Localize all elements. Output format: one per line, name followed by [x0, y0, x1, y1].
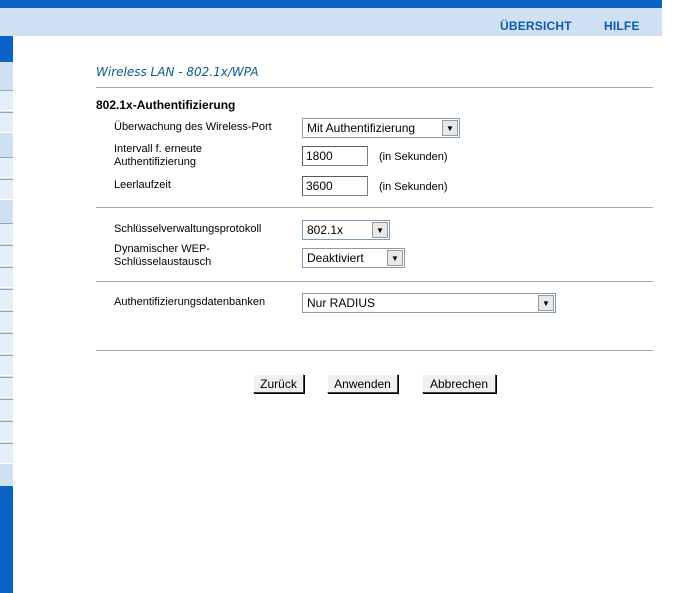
sidebar-item[interactable]: [0, 289, 13, 310]
chevron-down-icon: ▼: [442, 120, 458, 136]
idle-time-input[interactable]: 3600: [302, 176, 368, 196]
wep-label-line2: Schlüsselaustausch: [114, 256, 212, 268]
sidebar-item[interactable]: [0, 333, 13, 354]
auth-db-select[interactable]: Nur RADIUS ▼: [302, 293, 556, 313]
apply-button[interactable]: Anwenden: [327, 374, 398, 393]
sidebar-item[interactable]: [0, 377, 13, 398]
sidebar-item[interactable]: [0, 179, 13, 200]
auth-db-value: Nur RADIUS: [307, 296, 376, 310]
sidebar-item[interactable]: [0, 223, 13, 244]
idle-time-unit: (in Sekunden): [379, 181, 448, 193]
reauth-label-line2: Authentifizierung: [114, 156, 196, 168]
protocol-label: Schlüsselverwaltungsprotokoll: [114, 223, 262, 235]
divider: [96, 87, 653, 88]
header-band: [0, 0, 662, 8]
cancel-button[interactable]: Abbrechen: [422, 374, 496, 393]
chevron-down-icon: ▼: [387, 250, 403, 266]
divider: [96, 350, 653, 351]
wep-exchange-label: Dynamischer WEP- Schlüsselaustausch: [114, 243, 211, 269]
reauth-label-line1: Intervall f. erneute: [114, 143, 203, 155]
wep-exchange-value: Deaktiviert: [307, 251, 364, 265]
sidebar-item[interactable]: [0, 399, 13, 420]
reauth-unit: (in Sekunden): [379, 151, 448, 163]
reauth-interval-label: Intervall f. erneute Authentifizierung: [114, 143, 202, 169]
chevron-down-icon: ▼: [538, 295, 554, 311]
sidebar-item[interactable]: [0, 421, 13, 442]
divider: [96, 281, 653, 282]
left-sidebar: [0, 0, 13, 593]
protocol-value: 802.1x: [307, 223, 344, 237]
reauth-interval-input[interactable]: 1800: [302, 146, 368, 166]
page-title: Wireless LAN - 802.1x/WPA: [96, 65, 259, 79]
sidebar-item[interactable]: [0, 90, 13, 111]
wep-exchange-select[interactable]: Deaktiviert ▼: [302, 248, 405, 268]
protocol-select[interactable]: 802.1x ▼: [302, 220, 390, 240]
nav-overview-link[interactable]: ÜBERSICHT: [500, 19, 572, 33]
divider: [96, 207, 653, 208]
auth-db-label: Authentifizierungsdatenbanken: [114, 296, 266, 308]
port-monitor-value: Mit Authentifizierung: [307, 121, 416, 135]
sidebar-item[interactable]: [0, 443, 13, 464]
sidebar-item[interactable]: [0, 245, 13, 266]
sidebar-item[interactable]: [0, 267, 13, 288]
port-monitor-select[interactable]: Mit Authentifizierung ▼: [302, 118, 460, 138]
sidebar-item[interactable]: [0, 311, 13, 332]
idle-time-label: Leerlaufzeit: [114, 179, 171, 191]
section-heading: 802.1x-Authentifizierung: [96, 98, 236, 112]
port-monitor-label: Überwachung des Wireless-Port: [114, 121, 272, 133]
sidebar-item[interactable]: [0, 112, 13, 133]
chevron-down-icon: ▼: [372, 222, 388, 238]
wep-label-line1: Dynamischer WEP-: [114, 243, 210, 255]
sidebar-item[interactable]: [0, 355, 13, 376]
sidebar-item[interactable]: [0, 157, 13, 178]
sidebar-bottom-band: [0, 486, 13, 593]
nav-help-link[interactable]: HILFE: [604, 19, 640, 33]
back-button[interactable]: Zurück: [253, 374, 304, 393]
top-header: ÜBERSICHT HILFE: [0, 0, 662, 36]
